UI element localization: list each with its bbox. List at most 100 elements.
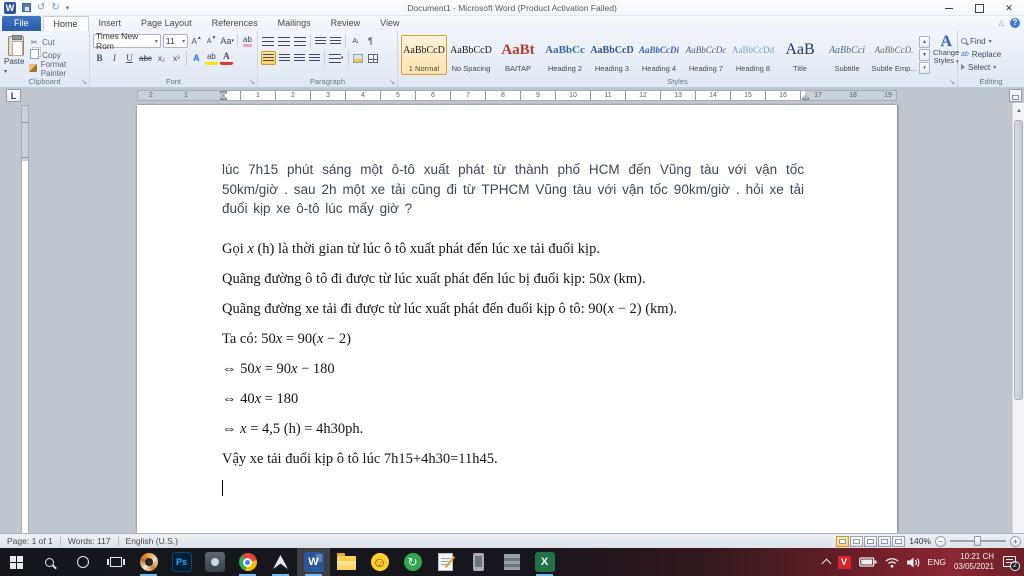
unikey-icon[interactable]: V xyxy=(837,555,851,569)
start-button[interactable] xyxy=(0,548,33,576)
taskbar-app-notepad[interactable] xyxy=(429,548,462,576)
clear-formatting-button[interactable]: ab xyxy=(241,34,254,48)
taskbar-app-excel[interactable]: X xyxy=(528,548,561,576)
view-ruler-toggle-icon[interactable] xyxy=(1009,89,1022,102)
taskbar-app-photoshop[interactable]: Ps xyxy=(165,548,198,576)
shrink-font-button[interactable]: A ▼ xyxy=(205,34,218,48)
format-painter-button[interactable]: Format Painter xyxy=(29,60,86,78)
zoom-slider-thumb[interactable] xyxy=(974,536,981,546)
language-indicator[interactable]: English (U.S.) xyxy=(119,534,185,548)
strikethrough-button[interactable]: abc xyxy=(138,51,153,65)
tab-references[interactable]: References xyxy=(202,16,268,31)
battery-icon[interactable] xyxy=(858,557,877,567)
paste-button[interactable]: Paste ▾ xyxy=(3,34,29,76)
fullscreen-reading-view-icon[interactable] xyxy=(850,535,864,547)
zoom-level[interactable]: 140% xyxy=(909,536,931,546)
close-button[interactable]: ✕ xyxy=(994,0,1024,16)
solution-line[interactable]: Gọi x (h) là thời gian từ lúc ô tô xuất … xyxy=(222,240,804,259)
underline-button[interactable]: U xyxy=(123,51,136,65)
word-count[interactable]: Words: 117 xyxy=(61,534,118,548)
style-no-spacing[interactable]: AaBbCcD No Spacing xyxy=(448,35,494,75)
taskbar-app-paint-app[interactable] xyxy=(132,548,165,576)
input-language-indicator[interactable]: ENG xyxy=(928,557,946,567)
italic-button[interactable]: I xyxy=(108,51,121,65)
style-title[interactable]: AaB Title xyxy=(777,35,823,75)
solution-line[interactable]: Quãng đường xe tải đi được từ lúc xuất p… xyxy=(222,300,804,319)
scrollbar-thumb[interactable] xyxy=(1014,120,1023,400)
grow-font-button[interactable]: A ▲ xyxy=(190,34,203,48)
undo-icon[interactable]: ↺ xyxy=(37,2,45,13)
solution-line[interactable]: Ta có: 50x = 90(x − 2) xyxy=(222,330,804,349)
styles-scroll-up-icon[interactable]: ▲ xyxy=(919,36,930,48)
highlight-color-button[interactable]: ab xyxy=(204,51,218,65)
taskbar-app-chrome[interactable] xyxy=(231,548,264,576)
draft-view-icon[interactable] xyxy=(892,535,906,547)
tab-home[interactable]: Home xyxy=(42,16,89,31)
cortana-button[interactable] xyxy=(66,548,99,576)
tab-insert[interactable]: Insert xyxy=(89,16,132,31)
taskbar-app-mobile-device[interactable] xyxy=(462,548,495,576)
font-color-button[interactable]: A xyxy=(219,51,233,65)
taskbar-app-archive-app[interactable] xyxy=(495,548,528,576)
tab-file[interactable]: File xyxy=(2,16,41,31)
vertical-scrollbar[interactable]: ▲ xyxy=(1012,103,1024,533)
vertical-ruler[interactable] xyxy=(21,105,29,533)
solution-line[interactable]: Vậy xe tải đuổi kịp ô tô lúc 7h15+4h30=1… xyxy=(222,450,804,469)
subscript-button[interactable]: x₂ xyxy=(155,51,168,65)
solution-line[interactable]: Quãng đường ô tô đi được từ lúc xuất phá… xyxy=(222,270,804,289)
problem-paragraph[interactable]: lúc 7h15 phút sáng một ô-tô xuất phát từ… xyxy=(222,160,804,219)
task-view-button[interactable] xyxy=(99,548,132,576)
zoom-out-button[interactable]: − xyxy=(935,535,946,547)
customize-qat-icon[interactable]: ▾ xyxy=(66,4,70,12)
zoom-in-button[interactable]: + xyxy=(1010,535,1021,547)
style-1-normal[interactable]: AaBbCcD 1 Normal xyxy=(401,35,447,75)
superscript-button[interactable]: x² xyxy=(170,51,183,65)
tab-stop-selector[interactable]: L xyxy=(6,89,21,102)
taskbar-app-file-explorer[interactable] xyxy=(330,548,363,576)
print-layout-view-icon[interactable] xyxy=(836,535,850,547)
text-effects-button[interactable]: A xyxy=(190,51,203,65)
replace-button[interactable]: ab Replace xyxy=(961,48,1021,60)
wifi-icon[interactable] xyxy=(885,557,899,568)
taskbar-app-steam[interactable] xyxy=(198,548,231,576)
style-heading-7[interactable]: AaBbCcDc Heading 7 xyxy=(683,35,729,75)
scroll-up-icon[interactable]: ▲ xyxy=(1014,105,1024,117)
shading-button[interactable] xyxy=(352,51,365,65)
taskbar-app-green-downloader[interactable]: ↻ xyxy=(396,548,429,576)
styles-dialog-launcher-icon[interactable]: ↘ xyxy=(949,78,955,86)
style-heading-2[interactable]: AaBbCc Heading 2 xyxy=(542,35,588,75)
save-icon[interactable] xyxy=(22,3,31,12)
borders-button[interactable] xyxy=(367,51,380,65)
outline-view-icon[interactable] xyxy=(878,535,892,547)
sort-button[interactable]: A↓ xyxy=(349,34,362,48)
solution-line[interactable]: ⇔ x = 4,5 (h) = 4h30ph. xyxy=(222,420,804,439)
style-subtle-emp-[interactable]: AaBbCcD. Subtle Emp... xyxy=(871,35,917,75)
styles-scroll-down-icon[interactable]: ▼ xyxy=(919,49,930,61)
font-family-combo[interactable]: Times New Rom ▾ xyxy=(93,31,161,51)
taskbar-app-foobar2000[interactable] xyxy=(264,548,297,576)
align-left-button[interactable] xyxy=(261,51,276,65)
change-case-button[interactable]: Aa ▾ xyxy=(220,34,234,48)
show-paragraph-marks-button[interactable]: ¶ xyxy=(364,34,377,48)
cut-button[interactable]: ✂ Cut xyxy=(29,36,86,48)
increase-indent-button[interactable] xyxy=(329,34,342,48)
action-center-button[interactable]: 2 xyxy=(1002,555,1020,571)
tab-review[interactable]: Review xyxy=(321,16,371,31)
taskbar-app-smiley-app[interactable]: ☺ xyxy=(363,548,396,576)
bullets-button[interactable] xyxy=(261,34,275,48)
clipboard-dialog-launcher-icon[interactable]: ↘ xyxy=(81,78,87,86)
collapse-ribbon-icon[interactable]: △ xyxy=(999,19,1004,27)
tray-expand-chevron-icon[interactable] xyxy=(821,558,831,569)
solution-line[interactable]: ⇔ 40x = 180 xyxy=(222,390,804,409)
style-heading-4[interactable]: AaBbCcDi Heading 4 xyxy=(636,35,682,75)
paragraph-dialog-launcher-icon[interactable]: ↘ xyxy=(389,78,395,86)
line-spacing-button[interactable]: ▾ xyxy=(328,51,345,65)
align-right-button[interactable] xyxy=(293,51,306,65)
horizontal-ruler[interactable]: 2 1 1 2 3 4 5 6 7 8 9 10 11 12 13 14 15 16 17 18 19 xyxy=(137,90,897,101)
bold-button[interactable]: B xyxy=(93,51,106,65)
zoom-slider[interactable] xyxy=(950,536,1006,546)
tab-page-layout[interactable]: Page Layout xyxy=(131,16,202,31)
style-subtitle[interactable]: AaBbCci Subtitle xyxy=(824,35,870,75)
style-heading-3[interactable]: AaBbCcD Heading 3 xyxy=(589,35,635,75)
styles-gallery-expand-icon[interactable]: ▾ xyxy=(919,62,930,74)
